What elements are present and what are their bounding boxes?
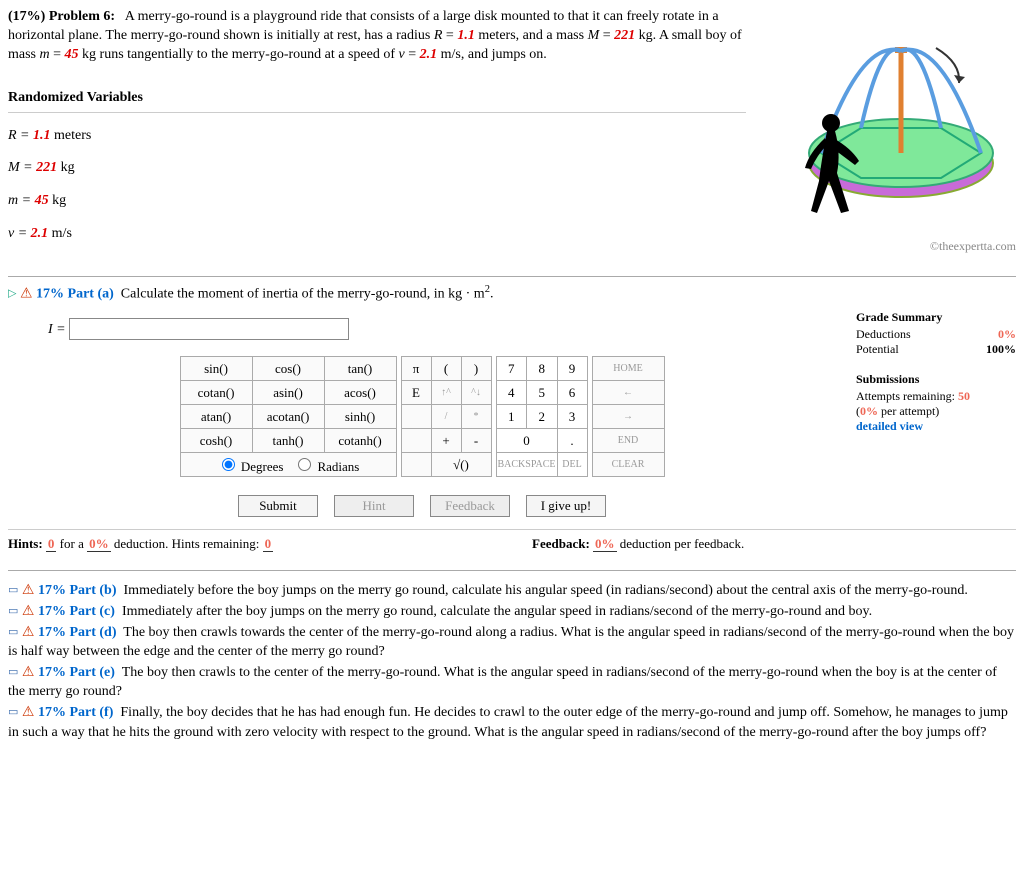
hints-info: Hints: 0 for a 0% deduction. Hints remai…: [8, 536, 492, 552]
key-acos[interactable]: acos(): [324, 381, 396, 405]
merry-go-round-image: ©theexpertta.com: [756, 8, 1016, 258]
collapse-icon[interactable]: ▭: [8, 605, 18, 617]
submit-button[interactable]: Submit: [238, 495, 318, 517]
grade-sidebar: Grade Summary Deductions 0% Potential 10…: [856, 310, 1016, 525]
var-v: v = 2.1 m/s: [8, 225, 746, 244]
key-slash[interactable]: /: [431, 405, 461, 429]
key-star[interactable]: *: [461, 405, 491, 429]
key-sin[interactable]: sin(): [180, 357, 252, 381]
key-backspace[interactable]: BACKSPACE: [496, 453, 557, 477]
key-9[interactable]: 9: [557, 357, 587, 381]
key-sinh[interactable]: sinh(): [324, 405, 396, 429]
key-lparen[interactable]: (: [431, 357, 461, 381]
key-clear[interactable]: CLEAR: [592, 453, 664, 477]
key-up[interactable]: ↑^: [431, 381, 461, 405]
key-rparen[interactable]: ): [461, 357, 491, 381]
key-right[interactable]: →: [592, 405, 664, 429]
alert-icon: ⚠: [22, 583, 35, 598]
part-b: ▭ ⚠ 17% Part (b) Immediately before the …: [8, 581, 1016, 601]
expand-icon[interactable]: ▷: [8, 288, 16, 300]
grade-title: Grade Summary: [856, 310, 1016, 325]
collapse-icon[interactable]: ▭: [8, 626, 18, 638]
key-blank2: [401, 429, 431, 453]
key-minus[interactable]: -: [461, 429, 491, 453]
key-down[interactable]: ^↓: [461, 381, 491, 405]
key-blank1: [401, 405, 431, 429]
alert-icon: ⚠: [22, 625, 35, 640]
key-cotanh[interactable]: cotanh(): [324, 429, 396, 453]
key-1[interactable]: 1: [496, 405, 527, 429]
var-R: R = 1.1 meters: [8, 127, 746, 146]
key-cos[interactable]: cos(): [252, 357, 324, 381]
problem-statement: (17%) Problem 6: A merry-go-round is a p…: [8, 8, 746, 258]
copyright-text: ©theexpertta.com: [930, 239, 1016, 254]
collapse-icon[interactable]: ▭: [8, 706, 18, 718]
angle-mode: Degrees Radians: [180, 453, 396, 477]
key-tan[interactable]: tan(): [324, 357, 396, 381]
key-del[interactable]: DEL: [557, 453, 587, 477]
part-e: ▭ ⚠ 17% Part (e) The boy then crawls to …: [8, 663, 1016, 702]
detailed-view-link[interactable]: detailed view: [856, 419, 1016, 434]
key-asin[interactable]: asin(): [252, 381, 324, 405]
collapse-icon[interactable]: ▭: [8, 584, 18, 596]
key-3[interactable]: 3: [557, 405, 587, 429]
key-home[interactable]: HOME: [592, 357, 664, 381]
collapse-icon[interactable]: ▭: [8, 666, 18, 678]
part-a-header: ▷ ⚠ 17% Part (a) Calculate the moment of…: [8, 283, 1016, 304]
part-f: ▭ ⚠ 17% Part (f) Finally, the boy decide…: [8, 703, 1016, 742]
key-pi[interactable]: π: [401, 357, 431, 381]
key-blank3: [401, 453, 431, 477]
key-E[interactable]: E: [401, 381, 431, 405]
key-0[interactable]: 0: [496, 429, 557, 453]
var-m: m = 45 kg: [8, 192, 746, 211]
feedback-button[interactable]: Feedback: [430, 495, 510, 517]
alert-icon: ⚠: [22, 665, 35, 680]
radians-radio[interactable]: Radians: [293, 459, 359, 474]
problem-label: Problem 6:: [49, 9, 115, 24]
key-4[interactable]: 4: [496, 381, 527, 405]
key-7[interactable]: 7: [496, 357, 527, 381]
part-c: ▭ ⚠ 17% Part (c) Immediately after the b…: [8, 602, 1016, 622]
var-M: M = 221 kg: [8, 159, 746, 178]
key-2[interactable]: 2: [527, 405, 558, 429]
key-cosh[interactable]: cosh(): [180, 429, 252, 453]
degrees-radio[interactable]: Degrees: [217, 459, 284, 474]
key-acotan[interactable]: acotan(): [252, 405, 324, 429]
key-sqrt[interactable]: √(): [431, 453, 491, 477]
key-cotan[interactable]: cotan(): [180, 381, 252, 405]
key-8[interactable]: 8: [527, 357, 558, 381]
answer-row: I =: [48, 318, 836, 340]
key-tanh[interactable]: tanh(): [252, 429, 324, 453]
function-keypad: sin() cos() tan() cotan() asin() acos() …: [180, 356, 397, 477]
key-atan[interactable]: atan(): [180, 405, 252, 429]
problem-weight: (17%): [8, 9, 45, 24]
giveup-button[interactable]: I give up!: [526, 495, 606, 517]
randomized-title: Randomized Variables: [8, 89, 746, 108]
alert-icon: ⚠: [22, 604, 35, 619]
part-d: ▭ ⚠ 17% Part (d) The boy then crawls tow…: [8, 623, 1016, 662]
key-left[interactable]: ←: [592, 381, 664, 405]
submissions-title: Submissions: [856, 372, 1016, 387]
key-dot[interactable]: .: [557, 429, 587, 453]
key-end[interactable]: END: [592, 429, 664, 453]
answer-label: I =: [48, 322, 69, 337]
key-6[interactable]: 6: [557, 381, 587, 405]
key-plus[interactable]: +: [431, 429, 461, 453]
hint-button[interactable]: Hint: [334, 495, 414, 517]
answer-input[interactable]: [69, 318, 349, 340]
feedback-info: Feedback: 0% deduction per feedback.: [532, 536, 1016, 552]
alert-icon: ⚠: [20, 287, 33, 302]
alert-icon: ⚠: [22, 705, 35, 720]
key-5[interactable]: 5: [527, 381, 558, 405]
